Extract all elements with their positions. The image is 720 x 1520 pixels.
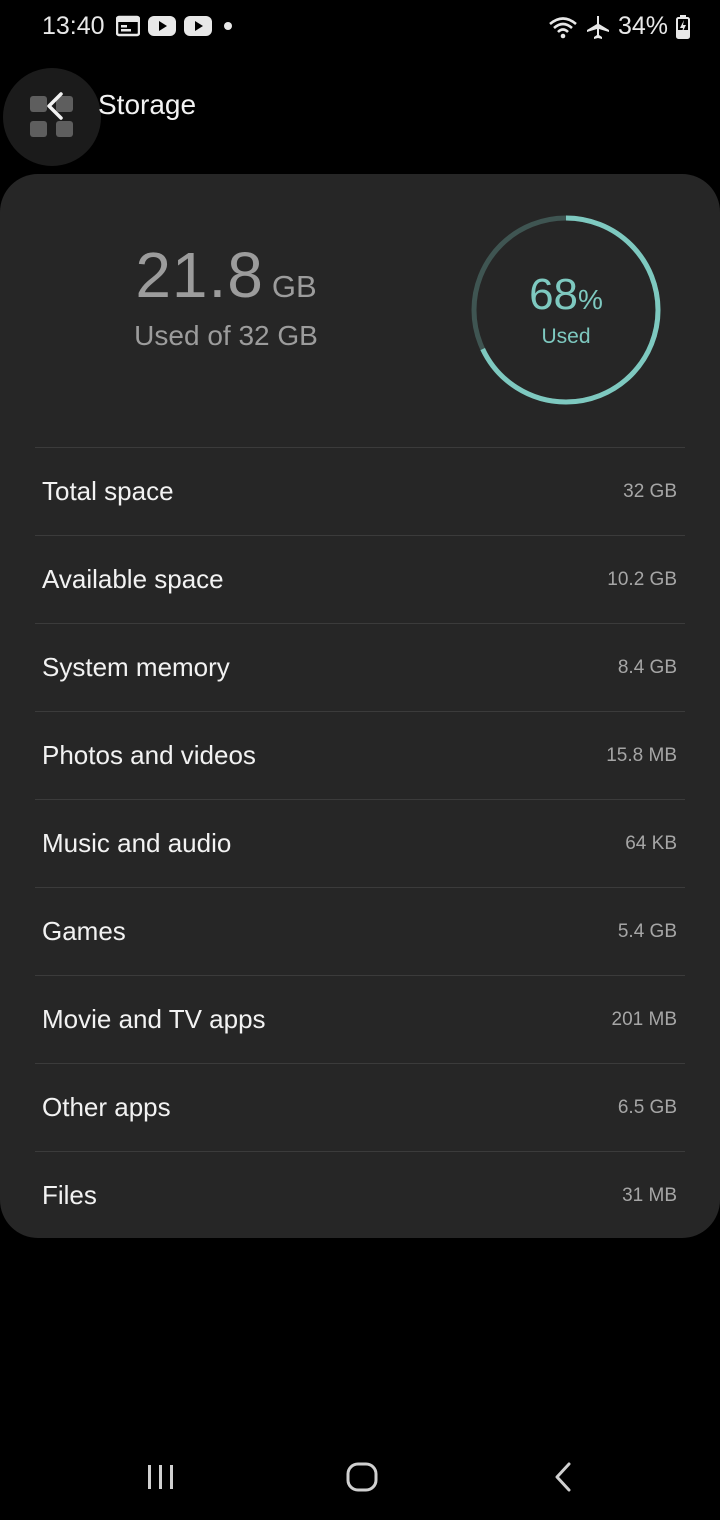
youtube-icon: [184, 16, 212, 36]
item-label: Music and audio: [42, 828, 232, 858]
used-value: 21.8: [135, 239, 264, 311]
item-label: Movie and TV apps: [42, 1004, 266, 1034]
page-title: Storage: [98, 89, 197, 120]
home-icon: [346, 1462, 378, 1492]
recent-apps-icon: [148, 1465, 173, 1489]
list-item[interactable]: Total space 32 GB: [35, 447, 685, 535]
recent-apps-button[interactable]: [131, 1452, 191, 1502]
status-bar: 13:40 34%: [0, 0, 720, 56]
used-amount: 21.8 GB: [0, 238, 452, 312]
used-subtitle: Used of 32 GB: [134, 320, 318, 351]
back-button[interactable]: [3, 68, 101, 166]
status-notification-icons: [116, 15, 236, 37]
list-item[interactable]: Music and audio 64 KB: [35, 799, 685, 887]
item-value: 8.4 GB: [617, 657, 677, 678]
list-item[interactable]: Photos and videos 15.8 MB: [35, 711, 685, 799]
airplane-icon: [586, 15, 609, 39]
wifi-icon: [549, 16, 577, 38]
battery-percent: 34%: [617, 12, 668, 40]
app-header: Storage: [0, 66, 720, 166]
usage-percent-sign: %: [578, 284, 603, 315]
item-label: Photos and videos: [42, 740, 256, 770]
status-time: 13:40: [42, 12, 105, 40]
item-label: Available space: [42, 564, 224, 594]
item-value: 15.8 MB: [606, 745, 677, 766]
calendar-icon: [116, 15, 140, 37]
youtube-icon: [148, 16, 176, 36]
item-value: 201 MB: [611, 1009, 677, 1030]
item-value: 5.4 GB: [617, 921, 677, 942]
list-item[interactable]: Other apps 6.5 GB: [35, 1063, 685, 1151]
storage-list: Total space 32 GB Available space 10.2 G…: [35, 447, 685, 1239]
usage-percent: 68%: [470, 270, 662, 320]
back-icon: [555, 1462, 571, 1492]
list-item[interactable]: Files 31 MB: [35, 1151, 685, 1239]
item-value: 31 MB: [622, 1185, 677, 1206]
list-item[interactable]: Movie and TV apps 201 MB: [35, 975, 685, 1063]
navigation-bar: [0, 1440, 720, 1520]
back-nav-button[interactable]: [534, 1452, 594, 1502]
item-value: 64 KB: [625, 833, 677, 854]
battery-charging-icon: [676, 14, 690, 39]
usage-percent-number: 68: [529, 270, 579, 319]
list-item[interactable]: Available space 10.2 GB: [35, 535, 685, 623]
item-value: 32 GB: [623, 481, 677, 502]
storage-card: 21.8 GB Used of 32 GB 68% Used Total spac…: [0, 174, 720, 1238]
item-value: 10.2 GB: [607, 569, 677, 590]
item-value: 6.5 GB: [617, 1097, 677, 1118]
apps-grid-back-icon: [30, 92, 73, 137]
usage-percent-label: Used: [541, 325, 591, 348]
home-button[interactable]: [332, 1452, 392, 1502]
notification-dot-icon: [224, 22, 232, 30]
list-item[interactable]: System memory 8.4 GB: [35, 623, 685, 711]
item-label: Files: [42, 1180, 97, 1210]
used-unit: GB: [271, 269, 317, 304]
status-system-icons: 34%: [548, 12, 690, 41]
item-label: System memory: [42, 652, 230, 682]
item-label: Games: [42, 916, 126, 946]
list-item[interactable]: Games 5.4 GB: [35, 887, 685, 975]
item-label: Total space: [42, 476, 174, 506]
item-label: Other apps: [42, 1092, 171, 1122]
